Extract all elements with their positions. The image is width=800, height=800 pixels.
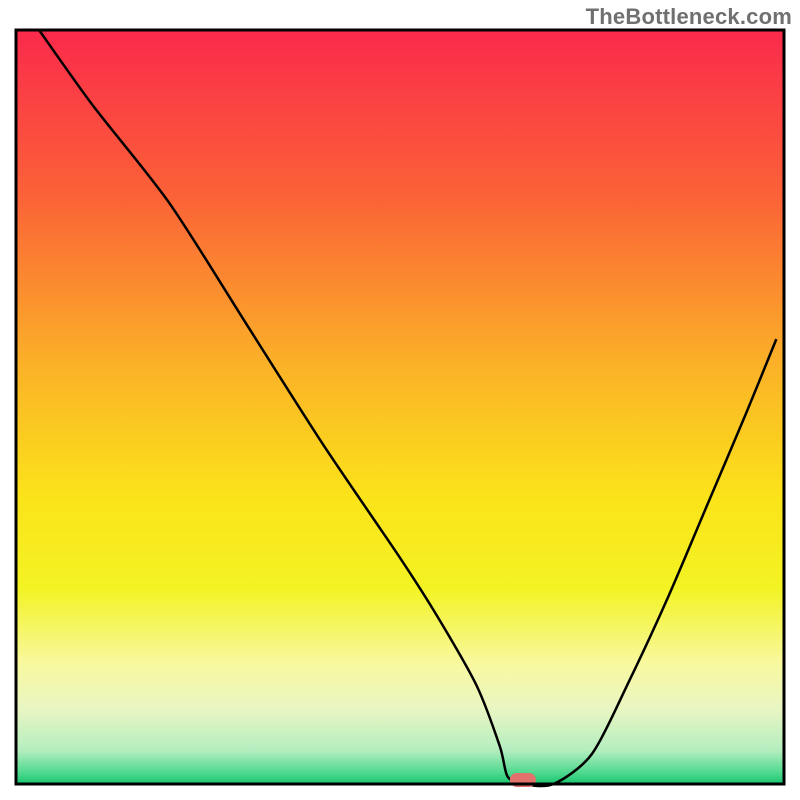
bottleneck-chart: TheBottleneck.com <box>0 0 800 800</box>
chart-svg <box>0 0 800 800</box>
plot-background <box>16 30 784 784</box>
watermark-text: TheBottleneck.com <box>586 4 792 30</box>
